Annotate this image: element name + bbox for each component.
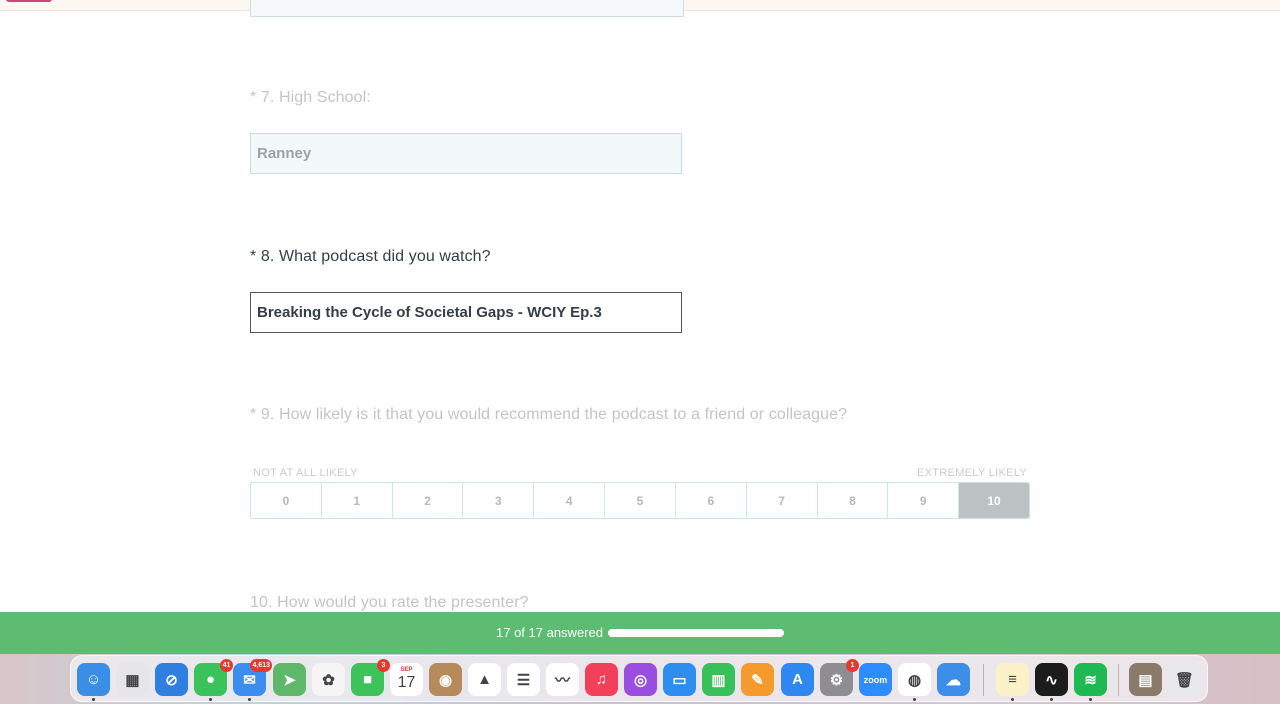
chrome-glyph: ◍ <box>907 671 922 689</box>
rating-option-2[interactable]: 2 <box>393 483 464 518</box>
pages-icon[interactable]: ✎ <box>741 663 774 696</box>
rating-option-1[interactable]: 1 <box>322 483 393 518</box>
notification-badge: 3 <box>377 659 390 672</box>
dock-separator <box>983 664 984 696</box>
chrome-icon[interactable]: ◍ <box>898 663 931 696</box>
question-8-label: * 8. What podcast did you watch? <box>250 248 491 265</box>
contacts-glyph: ◉ <box>438 671 453 689</box>
app-store-glyph: A <box>792 671 803 688</box>
high-school-input[interactable]: Ranney <box>250 133 682 174</box>
dock: ☺ ▦ ⊘ ● 41 ✉ 4,613 ➤ ✿ ■ 3 SEP 17 ◉ ▲ ☰ 〰 ♫ ◎ ▭ ▥ ✎ A ⚙ 1 zoom ◍ ☁ ≡… <box>70 655 1208 702</box>
launchpad-glyph: ▦ <box>125 671 140 689</box>
safari-icon[interactable]: ⊘ <box>155 663 188 696</box>
zoom-icon[interactable]: zoom <box>859 663 892 696</box>
question-9-label: * 9. How likely is it that you would rec… <box>250 406 848 423</box>
calendar-icon[interactable]: SEP 17 <box>390 663 423 696</box>
reminders-icon[interactable]: ☰ <box>507 663 540 696</box>
podcast-input[interactable]: Breaking the Cycle of Societal Gaps - WC… <box>250 292 682 333</box>
progress-label: 17 of 17 answered <box>496 625 603 640</box>
running-indicator <box>1089 698 1092 701</box>
messages-icon[interactable]: ● 41 <box>194 659 233 696</box>
rating-option-9[interactable]: 9 <box>888 483 960 518</box>
running-indicator <box>248 698 251 701</box>
freeform-glyph: 〰 <box>554 672 570 689</box>
maps-glyph: ➤ <box>283 671 296 689</box>
numbers-icon[interactable]: ▥ <box>702 663 735 696</box>
running-indicator <box>92 698 95 701</box>
keynote-glyph: ▭ <box>672 671 687 689</box>
progress-footer: 17 of 17 answered <box>0 612 1280 654</box>
mail-glyph: ✉ <box>243 671 256 689</box>
dock-separator <box>1118 664 1119 696</box>
podcasts-icon[interactable]: ◎ <box>624 663 657 696</box>
app-store-icon[interactable]: A <box>781 663 814 696</box>
weather-icon[interactable]: ☁ <box>937 663 970 696</box>
photos-icon[interactable]: ✿ <box>312 663 345 696</box>
music-glyph: ♫ <box>595 671 608 688</box>
facetime-icon[interactable]: ■ 3 <box>351 659 390 696</box>
recommend-rating-scale: 0 1 2 3 4 5 6 7 8 9 10 <box>250 482 1030 519</box>
podcasts-glyph: ◎ <box>633 671 648 689</box>
notification-badge: 4,613 <box>250 659 272 672</box>
contacts-icon[interactable]: ◉ <box>429 663 462 696</box>
finder-glyph: ☺ <box>85 671 102 688</box>
progress-bar <box>608 629 784 637</box>
spotify-glyph: ≋ <box>1084 671 1097 689</box>
keynote-icon[interactable]: ▭ <box>663 663 696 696</box>
spotify-icon[interactable]: ≋ <box>1074 663 1107 696</box>
weather-glyph: ☁ <box>946 671 961 689</box>
facetime-glyph: ■ <box>362 671 373 688</box>
google-drive-icon[interactable]: ▲ <box>468 663 501 696</box>
trash-icon[interactable]: 🗑 <box>1168 663 1201 696</box>
rating-option-4[interactable]: 4 <box>534 483 606 518</box>
rating-option-8[interactable]: 8 <box>818 483 889 518</box>
notification-badge: 41 <box>220 659 233 672</box>
tab-indicator <box>6 0 52 2</box>
scale-high-label: EXTREMELY LIKELY <box>917 467 1027 479</box>
system-settings-glyph: ⚙ <box>829 671 844 689</box>
running-indicator <box>1011 698 1014 701</box>
rating-option-6[interactable]: 6 <box>676 483 747 518</box>
rating-option-10[interactable]: 10 <box>959 483 1029 518</box>
activity-monitor-icon[interactable]: ∿ <box>1035 663 1068 696</box>
photos-glyph: ✿ <box>322 671 335 689</box>
running-indicator <box>913 698 916 701</box>
zoom-glyph: zoom <box>863 674 888 685</box>
pages-glyph: ✎ <box>751 671 764 689</box>
rating-option-7[interactable]: 7 <box>747 483 818 518</box>
notes-glyph: ≡ <box>1008 671 1017 688</box>
mail-icon[interactable]: ✉ 4,613 <box>233 659 272 696</box>
safari-glyph: ⊘ <box>165 671 178 689</box>
question-10-label: 10. How would you rate the presenter? <box>250 594 529 611</box>
messages-glyph: ● <box>205 671 216 688</box>
rating-option-3[interactable]: 3 <box>463 483 535 518</box>
music-icon[interactable]: ♫ <box>585 663 618 696</box>
numbers-glyph: ▥ <box>711 671 726 689</box>
maps-icon[interactable]: ➤ <box>273 663 306 696</box>
notification-badge: 1 <box>846 659 859 672</box>
rating-option-5[interactable]: 5 <box>605 483 676 518</box>
trash-glyph: 🗑 <box>1174 671 1195 689</box>
reminders-glyph: ☰ <box>516 671 531 689</box>
downloads-stack-glyph: ▤ <box>1138 671 1153 689</box>
question-7-label: * 7. High School: <box>250 89 371 106</box>
launchpad-icon[interactable]: ▦ <box>116 663 149 696</box>
downloads-stack-icon[interactable]: ▤ <box>1129 663 1162 696</box>
running-indicator <box>209 698 212 701</box>
freeform-icon[interactable]: 〰 <box>546 663 579 696</box>
previous-answer-field[interactable] <box>250 0 684 17</box>
rating-option-0[interactable]: 0 <box>251 483 322 518</box>
notes-icon[interactable]: ≡ <box>996 663 1029 696</box>
google-drive-glyph: ▲ <box>477 671 492 688</box>
calendar-glyph: 17 <box>397 674 416 691</box>
finder-icon[interactable]: ☺ <box>77 663 110 696</box>
activity-monitor-glyph: ∿ <box>1045 671 1058 689</box>
running-indicator <box>1050 698 1053 701</box>
calendar-month: SEP <box>400 667 413 673</box>
scale-low-label: NOT AT ALL LIKELY <box>253 467 358 479</box>
system-settings-icon[interactable]: ⚙ 1 <box>820 659 859 696</box>
